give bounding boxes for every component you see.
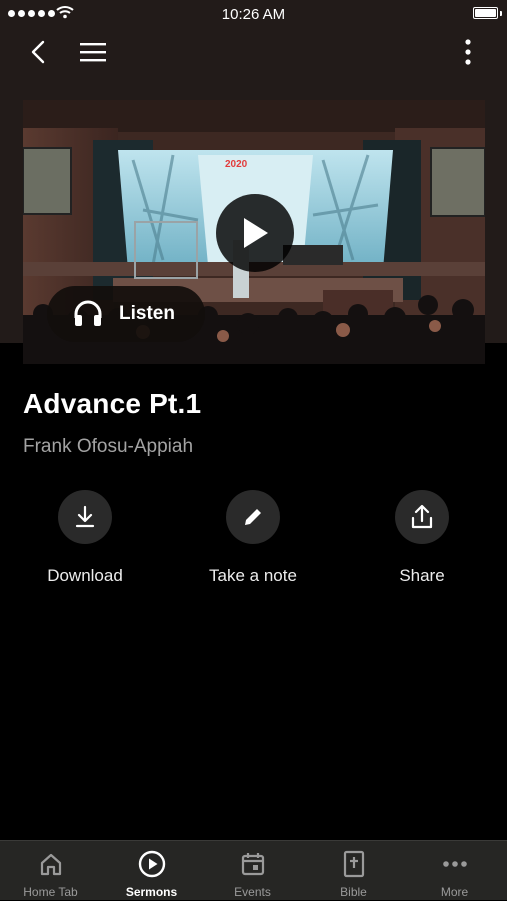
vertical-dots-icon — [465, 39, 471, 65]
top-navigation-bar — [0, 28, 507, 90]
menu-button[interactable] — [76, 36, 110, 68]
back-button[interactable] — [22, 36, 54, 68]
home-icon — [36, 849, 66, 879]
share-label: Share — [399, 566, 445, 585]
play-circle-icon — [137, 849, 167, 879]
download-action[interactable]: Download — [0, 490, 170, 586]
headphones-icon — [74, 300, 102, 326]
share-action[interactable]: Share — [337, 490, 507, 586]
take-note-label: Take a note — [209, 566, 297, 585]
share-button[interactable] — [395, 490, 449, 544]
status-time: 10:26 AM — [221, 6, 286, 23]
tab-sermons[interactable]: Sermons — [101, 841, 202, 901]
take-note-action[interactable]: Take a note — [168, 490, 338, 586]
hamburger-menu-icon — [80, 43, 106, 62]
tab-more[interactable]: More — [404, 841, 505, 901]
tab-events[interactable]: Events — [202, 841, 303, 901]
share-icon — [411, 504, 433, 529]
take-note-button[interactable] — [226, 490, 280, 544]
status-bar: 10:26 AM — [0, 0, 507, 28]
listen-button[interactable]: Listen — [47, 286, 205, 342]
tab-bible[interactable]: Bible — [303, 841, 404, 901]
tab-home-label: Home Tab — [23, 885, 78, 899]
download-label: Download — [47, 566, 123, 585]
pencil-icon — [245, 509, 261, 525]
overflow-menu-button[interactable] — [454, 36, 482, 68]
tab-home[interactable]: Home Tab — [0, 841, 101, 901]
more-dots-icon — [440, 849, 470, 879]
chevron-left-icon — [31, 40, 45, 64]
play-button[interactable] — [216, 194, 294, 272]
tab-bible-label: Bible — [340, 885, 367, 899]
play-icon — [244, 218, 268, 248]
sermon-title: Advance Pt.1 — [23, 388, 202, 419]
bottom-tab-bar: Home Tab Sermons Events Bible More — [0, 840, 507, 900]
tab-sermons-label: Sermons — [125, 885, 178, 899]
calendar-icon — [238, 849, 268, 879]
stage-sign-text: 2020 — [225, 159, 248, 170]
download-button[interactable] — [58, 490, 112, 544]
battery-icon — [473, 7, 498, 19]
sermon-speaker: Frank Ofosu-Appiah — [23, 436, 194, 457]
listen-label: Listen — [119, 303, 175, 324]
tab-more-label: More — [440, 885, 469, 899]
download-icon — [75, 505, 95, 528]
bible-icon — [339, 849, 369, 879]
tab-events-label: Events — [234, 885, 271, 899]
